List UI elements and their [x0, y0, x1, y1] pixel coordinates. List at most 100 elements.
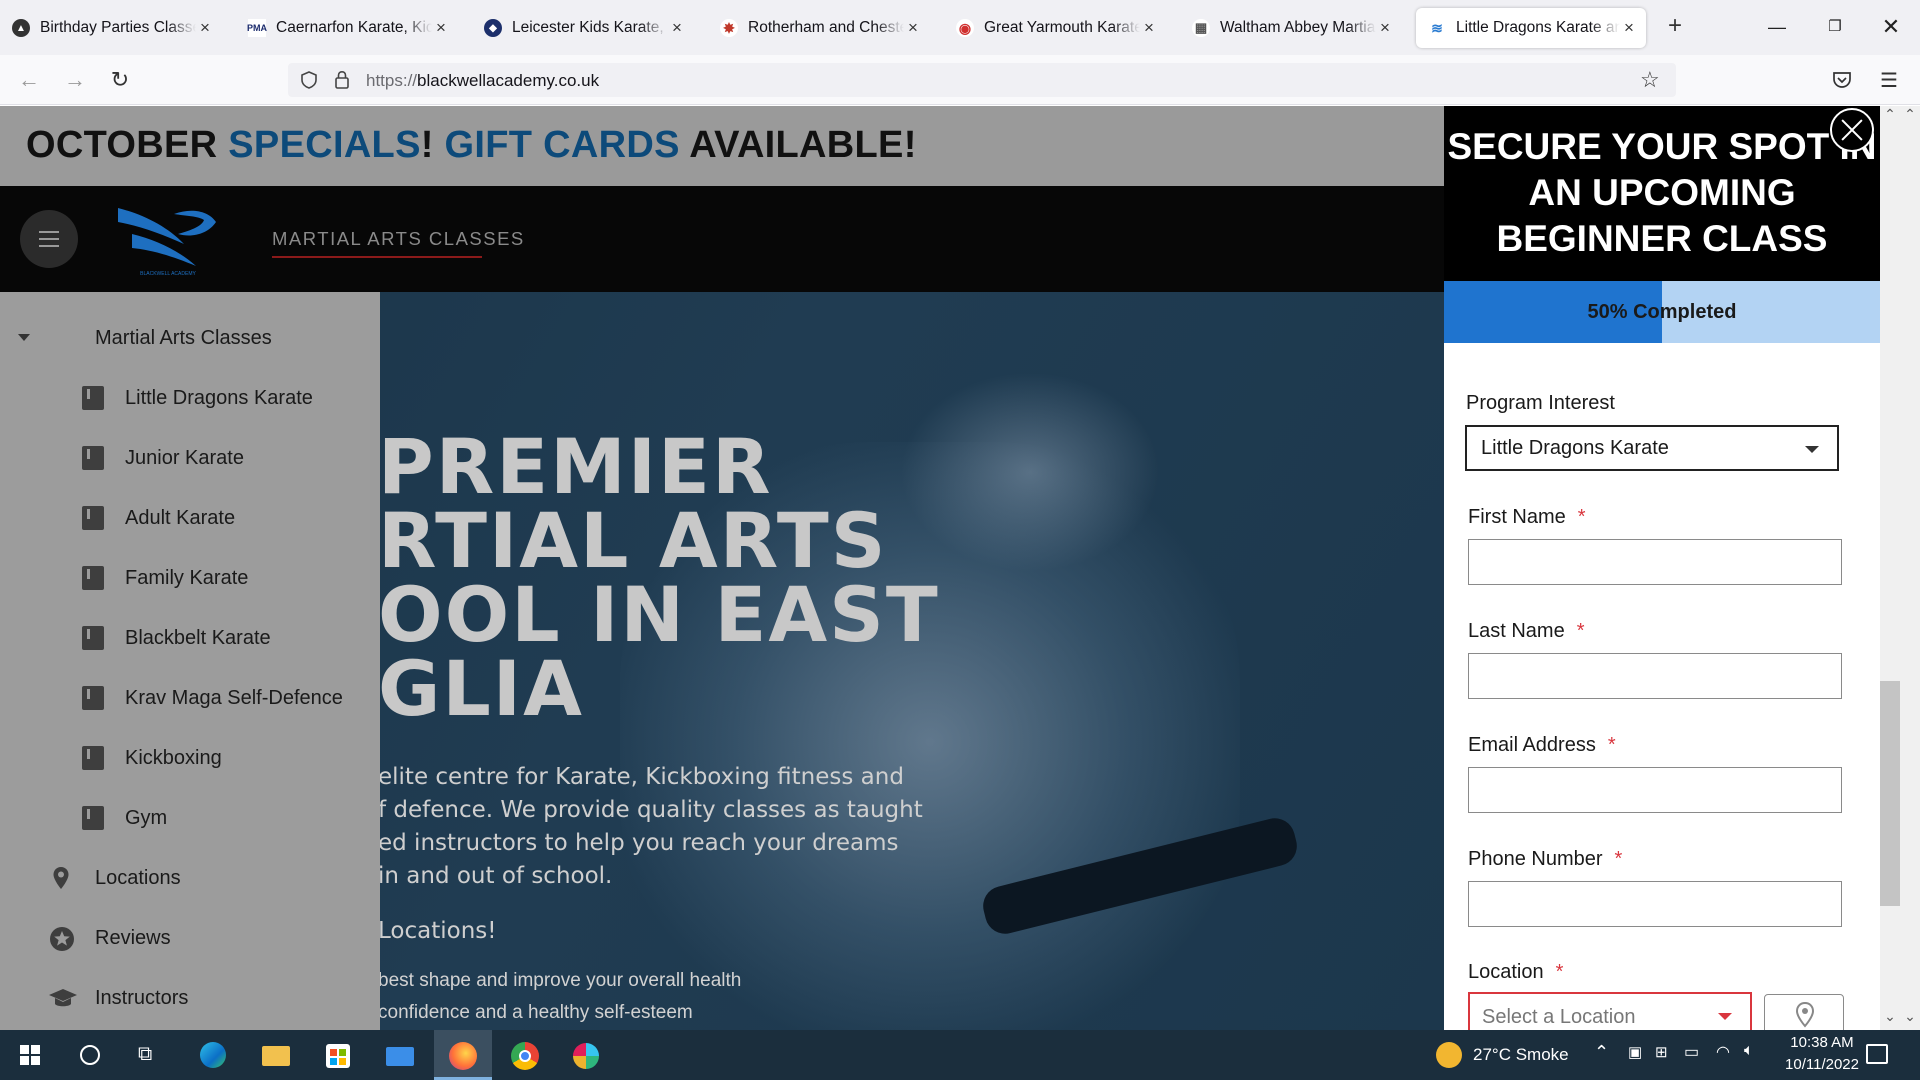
- bookmark-star-icon[interactable]: ☆: [1640, 67, 1660, 93]
- browser-tab[interactable]: ◆ Leicester Kids Karate, Kic ×: [472, 8, 694, 48]
- tab-close-icon[interactable]: ×: [432, 18, 450, 38]
- book-icon: [82, 386, 104, 410]
- menu-section-martial-arts-classes[interactable]: Martial Arts Classes: [0, 314, 380, 362]
- tab-title: Caernarfon Karate, Kickb: [276, 19, 432, 36]
- book-icon: [82, 446, 104, 470]
- web-page: OCTOBER SPECIALS! GIFT CARDS AVAILABLE! …: [0, 106, 1880, 1030]
- book-icon: [82, 506, 104, 530]
- microsoft-store-icon[interactable]: [318, 1036, 358, 1074]
- label-text: Phone Number: [1468, 848, 1603, 870]
- search-circle-icon[interactable]: [80, 1045, 100, 1065]
- menu-item-label: Gym: [125, 807, 168, 829]
- promo-part: !: [420, 124, 445, 166]
- minimize-icon[interactable]: —: [1754, 12, 1800, 42]
- task-view-icon[interactable]: ⧉: [138, 1043, 152, 1066]
- back-arrow-icon[interactable]: ←: [14, 65, 44, 95]
- pocket-icon[interactable]: [1832, 71, 1852, 89]
- close-window-icon[interactable]: ✕: [1868, 12, 1914, 42]
- location-select[interactable]: Select a Location: [1468, 992, 1752, 1030]
- tab-close-icon[interactable]: ×: [1376, 18, 1394, 38]
- firefox-icon[interactable]: [443, 1036, 483, 1074]
- scrollbar-thumb[interactable]: [1880, 681, 1900, 906]
- weather-text[interactable]: 27°C Smoke: [1473, 1045, 1569, 1065]
- browser-tab-active[interactable]: ≋ Little Dragons Karate anc ×: [1416, 8, 1646, 48]
- tab-close-icon[interactable]: ×: [904, 18, 922, 38]
- tab-favicon-icon: ◉: [956, 19, 974, 37]
- page-scrollbar[interactable]: ⌃ ⌃ ⌄ ⌄: [1880, 106, 1920, 1030]
- menu-item-label: Reviews: [95, 927, 171, 949]
- scroll-down-arrow-icon[interactable]: ⌄: [1900, 1008, 1920, 1028]
- last-name-input[interactable]: [1468, 653, 1842, 699]
- browser-tab[interactable]: PMA Caernarfon Karate, Kickb ×: [236, 8, 458, 48]
- menu-item-reviews[interactable]: Reviews: [0, 914, 380, 962]
- tab-close-icon[interactable]: ×: [1620, 18, 1638, 38]
- app-menu-icon[interactable]: ☰: [1880, 68, 1898, 93]
- phone-input[interactable]: [1468, 881, 1842, 927]
- menu-item-class[interactable]: Gym: [0, 794, 380, 842]
- locate-me-button[interactable]: [1764, 994, 1844, 1030]
- clock-time[interactable]: 10:38 AM: [1782, 1034, 1862, 1051]
- tab-title: Leicester Kids Karate, Kic: [512, 19, 668, 36]
- scroll-up-arrow-icon[interactable]: ⌃: [1900, 106, 1920, 126]
- menu-item-class[interactable]: Adult Karate: [0, 494, 380, 542]
- wifi-icon[interactable]: ◠: [1716, 1042, 1730, 1062]
- browser-nav-bar: ← → ↻ https://blackwellacademy.co.uk ☆ ☰: [0, 55, 1920, 105]
- address-bar[interactable]: https://blackwellacademy.co.uk ☆: [288, 63, 1676, 97]
- caret-down-icon: [18, 334, 30, 341]
- edge-icon[interactable]: [193, 1036, 233, 1074]
- reload-icon[interactable]: ↻: [105, 65, 135, 95]
- promo-gift-cards-link[interactable]: GIFT CARDS: [445, 124, 680, 166]
- new-tab-button[interactable]: +: [1660, 12, 1690, 42]
- file-explorer-icon[interactable]: [256, 1036, 296, 1074]
- nav-active-underline: [272, 256, 482, 258]
- meet-now-icon[interactable]: ▣: [1628, 1043, 1642, 1061]
- promo-specials-link[interactable]: SPECIALS: [228, 124, 420, 166]
- tab-close-icon[interactable]: ×: [1140, 18, 1158, 38]
- chrome-icon[interactable]: [505, 1036, 545, 1074]
- tray-chevron-icon[interactable]: ⌃: [1594, 1042, 1609, 1063]
- menu-item-class[interactable]: Family Karate: [0, 554, 380, 602]
- menu-item-locations[interactable]: Locations: [0, 854, 380, 902]
- progress-text: 50% Completed: [1587, 301, 1737, 323]
- battery-icon[interactable]: ▭: [1684, 1042, 1699, 1062]
- browser-tab[interactable]: ▦ Waltham Abbey Martial ×: [1180, 8, 1402, 48]
- last-name-label: Last Name *: [1468, 620, 1585, 643]
- clock-date[interactable]: 10/11/2022: [1778, 1056, 1866, 1073]
- teams-icon[interactable]: ⊞: [1655, 1043, 1668, 1061]
- menu-item-class[interactable]: Blackbelt Karate: [0, 614, 380, 662]
- modal-close-button[interactable]: [1830, 108, 1874, 152]
- tab-title: Little Dragons Karate anc: [1456, 19, 1620, 36]
- browser-tab[interactable]: ▲ Birthday Parties Classes & ×: [0, 8, 222, 48]
- browser-tab[interactable]: ◉ Great Yarmouth Karate, K ×: [944, 8, 1166, 48]
- label-text: Last Name: [1468, 620, 1565, 642]
- nav-martial-arts-classes[interactable]: MARTIAL ARTS CLASSES: [272, 228, 525, 250]
- windows-start-icon[interactable]: [20, 1045, 40, 1065]
- required-asterisk: *: [1576, 620, 1585, 642]
- tab-close-icon[interactable]: ×: [668, 18, 686, 38]
- browser-tab[interactable]: ✸ Rotherham and Chesterfi ×: [708, 8, 930, 48]
- slack-icon[interactable]: [565, 1036, 605, 1074]
- volume-icon[interactable]: 🔈︎: [1744, 1042, 1754, 1060]
- scroll-down-arrow-icon[interactable]: ⌄: [1880, 1008, 1900, 1028]
- required-asterisk: *: [1555, 961, 1564, 983]
- hamburger-menu-button[interactable]: [20, 210, 78, 268]
- menu-item-class[interactable]: Kickboxing: [0, 734, 380, 782]
- forward-arrow-icon[interactable]: →: [60, 65, 90, 95]
- program-interest-select[interactable]: Little Dragons Karate: [1465, 425, 1839, 471]
- email-input[interactable]: [1468, 767, 1842, 813]
- menu-item-class[interactable]: Little Dragons Karate: [0, 374, 380, 422]
- notification-icon[interactable]: [1866, 1044, 1888, 1064]
- menu-item-class[interactable]: Junior Karate: [0, 434, 380, 482]
- tab-close-icon[interactable]: ×: [196, 18, 214, 38]
- menu-item-instructors[interactable]: Instructors: [0, 974, 380, 1022]
- book-icon: [82, 566, 104, 590]
- mail-icon[interactable]: [380, 1036, 420, 1074]
- menu-item-class[interactable]: Krav Maga Self-Defence: [0, 674, 380, 722]
- blackwell-logo[interactable]: BLACKWELL ACADEMY: [112, 204, 224, 278]
- scroll-up-arrow-icon[interactable]: ⌃: [1880, 106, 1900, 126]
- first-name-input[interactable]: [1468, 539, 1842, 585]
- menu-section-label: Martial Arts Classes: [95, 327, 272, 349]
- promo-part: AVAILABLE!: [679, 124, 917, 166]
- menu-item-label: Little Dragons Karate: [125, 387, 313, 409]
- restore-icon[interactable]: ❐: [1812, 12, 1858, 42]
